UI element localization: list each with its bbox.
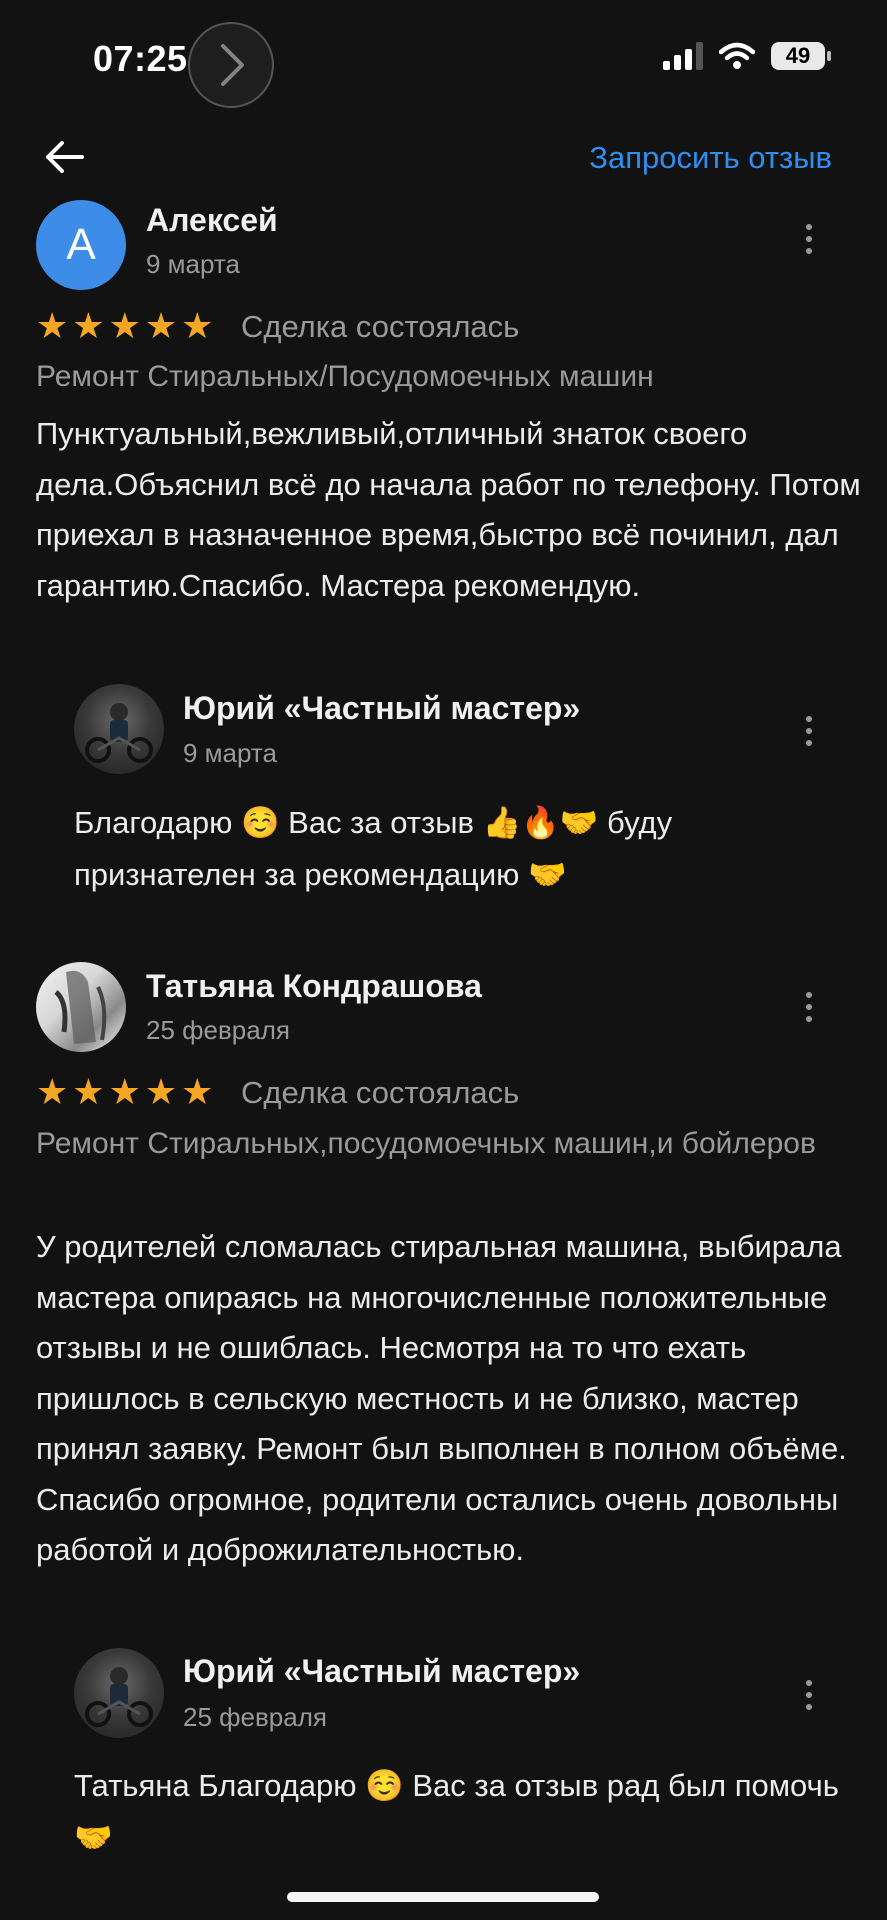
reply-text: Благодарю ☺️ Вас за отзыв 👍🔥🤝 буду призн… bbox=[74, 805, 673, 892]
star-icon: ★ bbox=[144, 305, 178, 346]
reply-date: 9 марта bbox=[183, 738, 277, 768]
review-text: У родителей сломалась стиральная машина,… bbox=[36, 1229, 847, 1567]
review-date: 9 марта bbox=[146, 249, 240, 279]
rating-stars: ★ ★ ★ ★ ★ bbox=[36, 1074, 213, 1110]
request-review-link[interactable]: Запросить отзыв bbox=[589, 140, 832, 176]
wifi-icon bbox=[719, 42, 755, 69]
signal-icon bbox=[663, 42, 703, 70]
reply-avatar[interactable] bbox=[74, 1648, 164, 1738]
motorcycle-photo-icon bbox=[85, 1667, 153, 1727]
review-text: Пунктуальный,вежливый,отличный знаток св… bbox=[36, 416, 861, 603]
kebab-dot-icon bbox=[806, 224, 812, 230]
reply-date: 25 февраля bbox=[183, 1702, 327, 1732]
reply-more-options-button[interactable] bbox=[799, 716, 819, 746]
avatar[interactable] bbox=[36, 962, 126, 1052]
star-icon: ★ bbox=[108, 1071, 141, 1112]
deal-status: Сделка состоялась bbox=[241, 309, 520, 344]
chevron-right-icon bbox=[221, 44, 244, 86]
avatar[interactable]: А bbox=[36, 200, 126, 290]
motorcycle-photo-icon bbox=[85, 703, 153, 763]
home-indicator[interactable] bbox=[287, 1892, 599, 1902]
more-options-button[interactable] bbox=[799, 992, 819, 1022]
reply-author[interactable]: Юрий «Частный мастер» bbox=[183, 690, 580, 727]
arrow-left-icon bbox=[46, 141, 84, 173]
review-category: Ремонт Стиральных/Посудомоечных машин bbox=[36, 360, 654, 393]
star-icon: ★ bbox=[72, 1071, 105, 1112]
avatar-letter: А bbox=[66, 220, 96, 269]
review-date: 25 февраля bbox=[146, 1015, 290, 1045]
review-author[interactable]: Алексей bbox=[146, 202, 278, 239]
status-icons: 49 bbox=[663, 42, 831, 70]
reply-avatar[interactable] bbox=[74, 684, 164, 774]
star-icon: ★ bbox=[36, 305, 69, 346]
reply-author[interactable]: Юрий «Частный мастер» bbox=[183, 1653, 580, 1690]
deal-status: Сделка состоялась bbox=[241, 1075, 520, 1110]
rating-stars: ★ ★ ★ ★ ★ bbox=[36, 308, 213, 344]
battery-indicator: 49 bbox=[771, 42, 831, 70]
star-icon: ★ bbox=[144, 1071, 178, 1112]
star-icon: ★ bbox=[181, 1071, 214, 1112]
forward-button[interactable] bbox=[188, 22, 274, 108]
star-icon: ★ bbox=[72, 305, 105, 346]
reply-more-options-button[interactable] bbox=[799, 1680, 819, 1710]
star-icon: ★ bbox=[108, 305, 141, 346]
review-author[interactable]: Татьяна Кондрашова bbox=[146, 968, 482, 1005]
star-icon: ★ bbox=[181, 305, 214, 346]
status-time: 07:25 bbox=[93, 38, 188, 79]
back-button[interactable] bbox=[40, 132, 90, 182]
person-photo-icon bbox=[54, 970, 107, 1044]
reply-text: Татьяна Благодарю ☺️ Вас за отзыв рад бы… bbox=[74, 1768, 839, 1855]
star-icon: ★ bbox=[36, 1071, 69, 1112]
more-options-button[interactable] bbox=[799, 224, 819, 254]
review-category: Ремонт Стиральных,посудомоечных машин,и … bbox=[36, 1127, 816, 1160]
